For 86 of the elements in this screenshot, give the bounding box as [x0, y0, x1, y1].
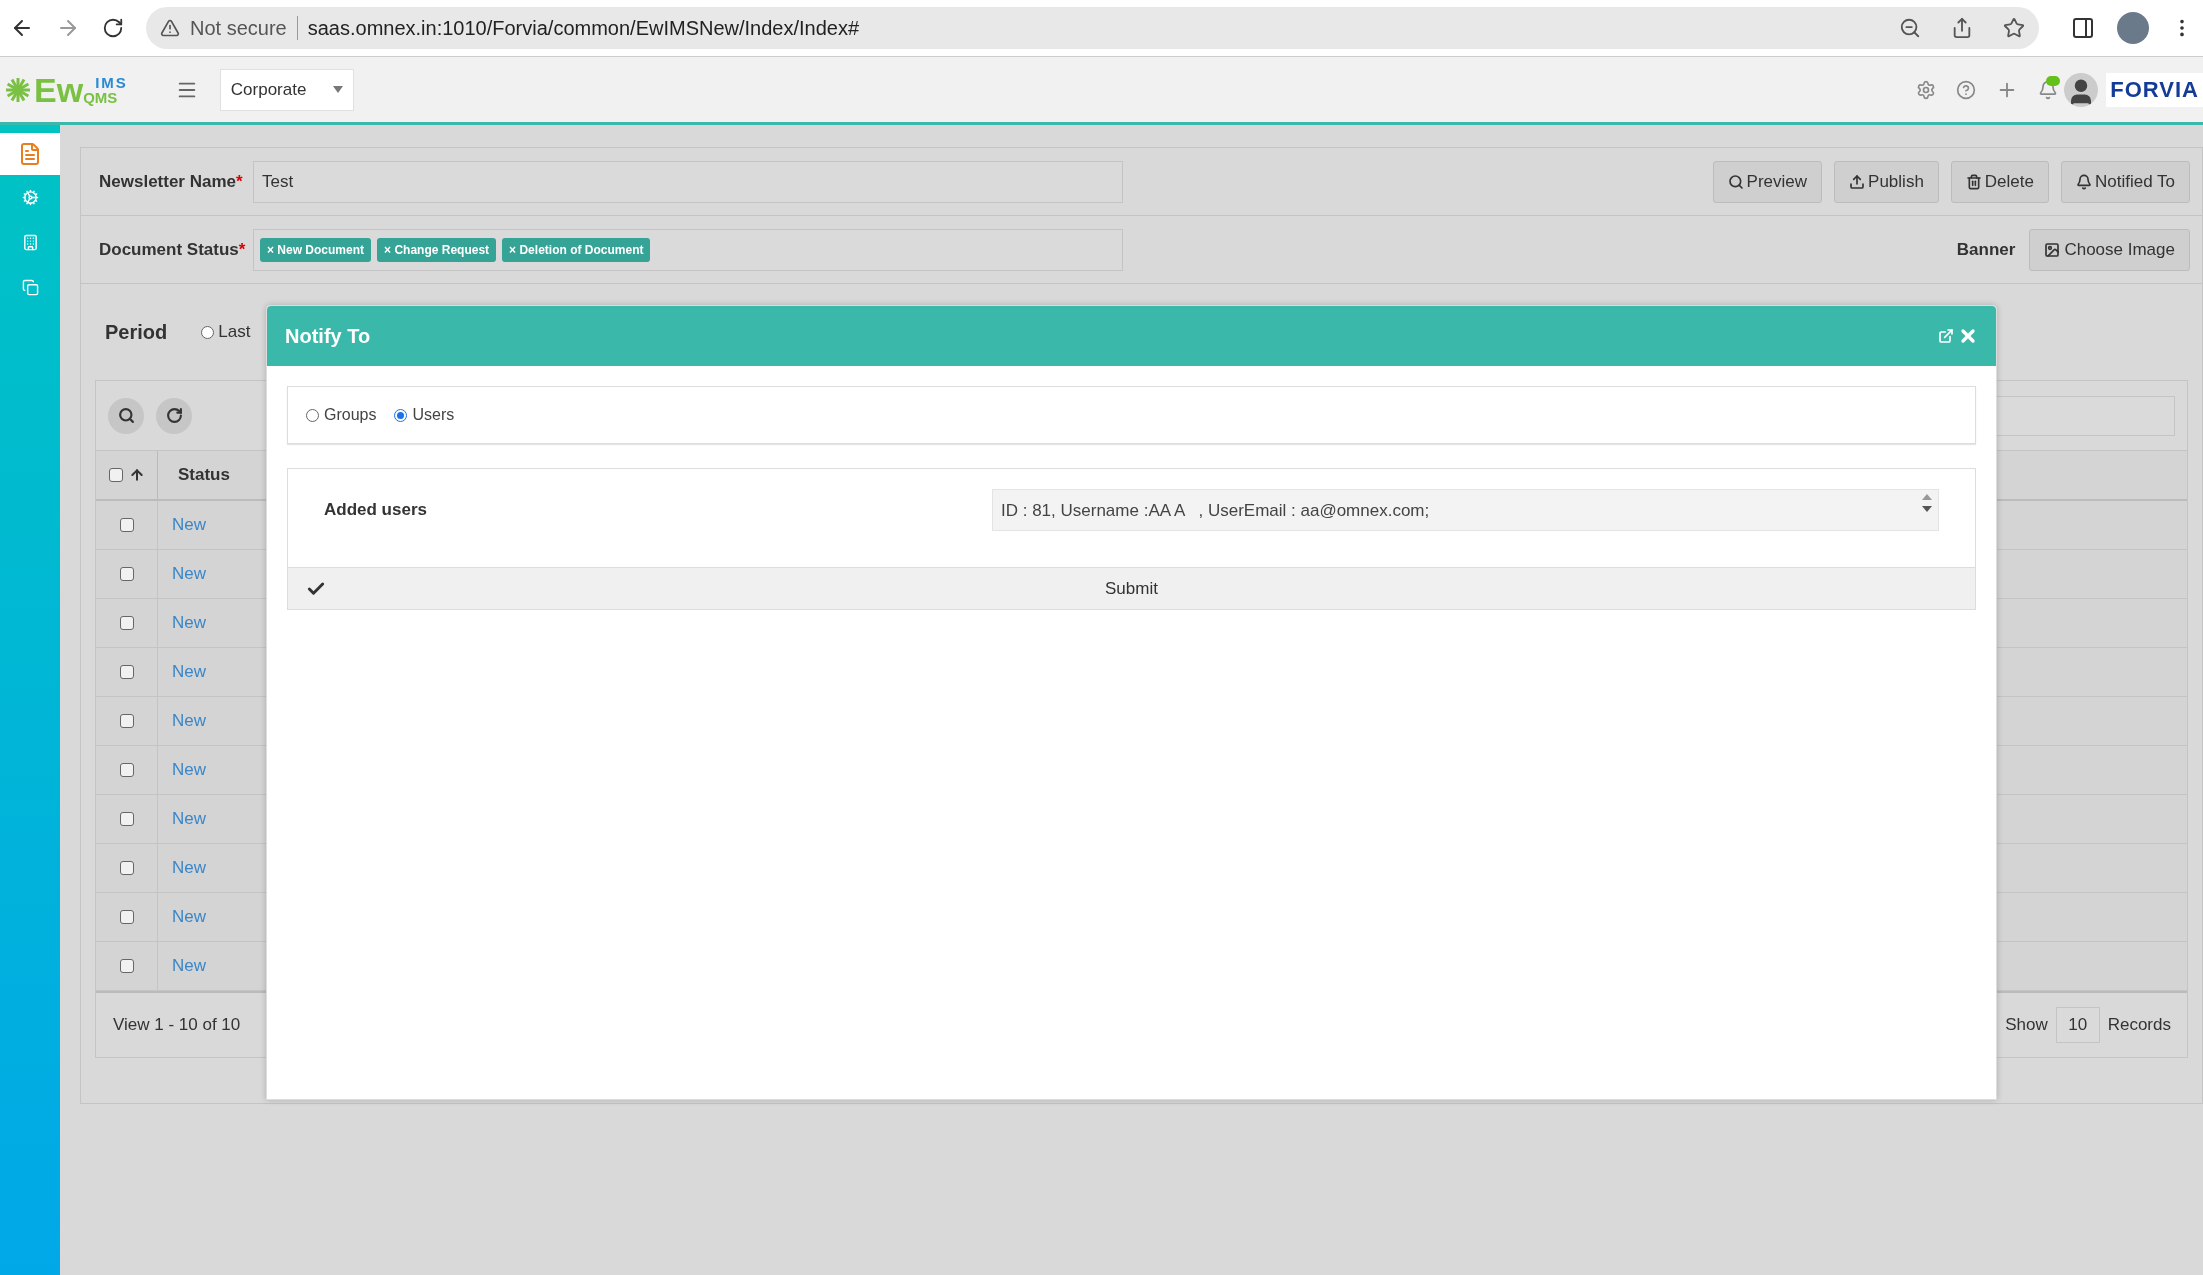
- status-tag[interactable]: × Change Request: [377, 237, 497, 262]
- added-users-label: Added users: [324, 499, 428, 521]
- warning-icon: [160, 18, 180, 38]
- recipient-radio[interactable]: [306, 408, 319, 422]
- radio-label: Groups: [324, 405, 377, 425]
- user-avatar[interactable]: [2064, 72, 2099, 107]
- status-link[interactable]: New: [172, 806, 206, 832]
- row-checkbox[interactable]: [119, 518, 134, 532]
- row-checkbox[interactable]: [119, 763, 134, 777]
- row-checkbox[interactable]: [119, 861, 134, 875]
- row-checkbox[interactable]: [119, 714, 134, 728]
- refresh-button[interactable]: [156, 397, 192, 434]
- logo-text: IMS: [94, 74, 128, 90]
- logo-text: Ew: [34, 72, 84, 107]
- address-bar[interactable]: Not secure saas.omnex.in:1010/Forvia/common/EwIMSNew/Index/Index#: [146, 7, 2039, 49]
- status-link[interactable]: New: [172, 953, 206, 979]
- recipient-radio[interactable]: [394, 408, 408, 422]
- search-icon: [117, 407, 135, 424]
- row-checkbox[interactable]: [108, 468, 123, 482]
- row-checkbox[interactable]: [119, 812, 134, 826]
- status-link[interactable]: New: [172, 512, 206, 538]
- zoom-icon[interactable]: [1899, 17, 1921, 39]
- field-label: Document Status*: [99, 238, 247, 261]
- submit-button[interactable]: Submit: [288, 567, 1975, 609]
- field-label: Newsletter Name*: [99, 170, 244, 193]
- radio-label: Users: [412, 405, 455, 425]
- period-label: Period: [105, 320, 168, 345]
- row-checkbox[interactable]: [119, 616, 134, 630]
- settings-icon[interactable]: [1916, 79, 1937, 100]
- copy-icon: [21, 279, 39, 296]
- search-button[interactable]: [108, 397, 144, 434]
- row-checkbox[interactable]: [119, 567, 134, 581]
- security-label: Not secure: [190, 16, 287, 41]
- spinner-icon[interactable]: [1922, 494, 1932, 512]
- brand-logo: FORVIA: [2106, 72, 2203, 107]
- toolbar-button[interactable]: Preview: [1712, 160, 1823, 203]
- site-dropdown[interactable]: Corporate: [219, 68, 354, 111]
- logo-burst-icon: [4, 75, 32, 104]
- dialog-title: Notify To: [285, 324, 371, 349]
- refresh-icon: [165, 407, 183, 424]
- status-link[interactable]: New: [172, 561, 206, 587]
- period-option-label: Last: [218, 321, 251, 344]
- status-tag[interactable]: × New Document: [260, 237, 372, 262]
- status-link[interactable]: New: [172, 659, 206, 685]
- publish-icon: [1849, 173, 1866, 190]
- toolbar-button[interactable]: Notified To: [2061, 160, 2190, 203]
- status-link[interactable]: New: [172, 708, 206, 734]
- preview-icon: [1727, 173, 1744, 190]
- toolbar-button[interactable]: Publish: [1834, 160, 1939, 203]
- url-text: saas.omnex.in:1010/Forvia/common/EwIMSNew/Index/Index#: [307, 16, 860, 41]
- show-label: Show: [2005, 1014, 2048, 1037]
- records-label: Records: [2107, 1014, 2171, 1037]
- help-icon[interactable]: [1956, 79, 1977, 100]
- reload-icon[interactable]: [102, 17, 124, 39]
- status-link[interactable]: New: [172, 757, 206, 783]
- building-icon: [21, 234, 39, 251]
- image-icon: [2044, 241, 2061, 258]
- status-link[interactable]: New: [172, 610, 206, 636]
- settings-icon: [21, 189, 39, 206]
- row-checkbox[interactable]: [119, 665, 134, 679]
- sidebar-item[interactable]: [0, 133, 60, 175]
- period-radio[interactable]: [201, 325, 215, 339]
- page-size-field[interactable]: 10: [2055, 1007, 2100, 1043]
- side-panel-icon[interactable]: [2071, 16, 2095, 40]
- bookmark-star-icon[interactable]: [2003, 17, 2025, 39]
- banner-label: Banner: [1956, 238, 2016, 261]
- filter-field[interactable]: [1995, 395, 2175, 436]
- newsletter-icon: [18, 142, 42, 166]
- pager-summary: View 1 - 10 of 10: [113, 1014, 241, 1037]
- row-checkbox[interactable]: [119, 959, 134, 973]
- newsletter-name-field[interactable]: Test: [253, 160, 1123, 203]
- status-tag[interactable]: × Deletion of Document: [502, 237, 651, 262]
- document-status-field[interactable]: × New Document × Change Request × Deletion of Document: [253, 228, 1123, 271]
- delete-icon: [1965, 173, 1982, 190]
- status-link[interactable]: New: [172, 855, 206, 881]
- added-users-textarea[interactable]: ID : 81, Username :AA A , UserEmail : aa@omnex.com;: [992, 489, 1939, 531]
- choose-image-button[interactable]: Choose Image: [2029, 228, 2190, 271]
- column-header[interactable]: Status: [158, 451, 254, 499]
- notify-icon: [2076, 173, 2092, 190]
- caret-icon: [332, 86, 343, 93]
- toolbar-button[interactable]: Delete: [1950, 160, 2049, 203]
- profile-avatar[interactable]: [2117, 12, 2149, 44]
- status-link[interactable]: New: [172, 904, 206, 930]
- share-icon[interactable]: [1951, 17, 1973, 39]
- logo-text: QMS: [83, 89, 119, 105]
- row-checkbox[interactable]: [119, 910, 134, 924]
